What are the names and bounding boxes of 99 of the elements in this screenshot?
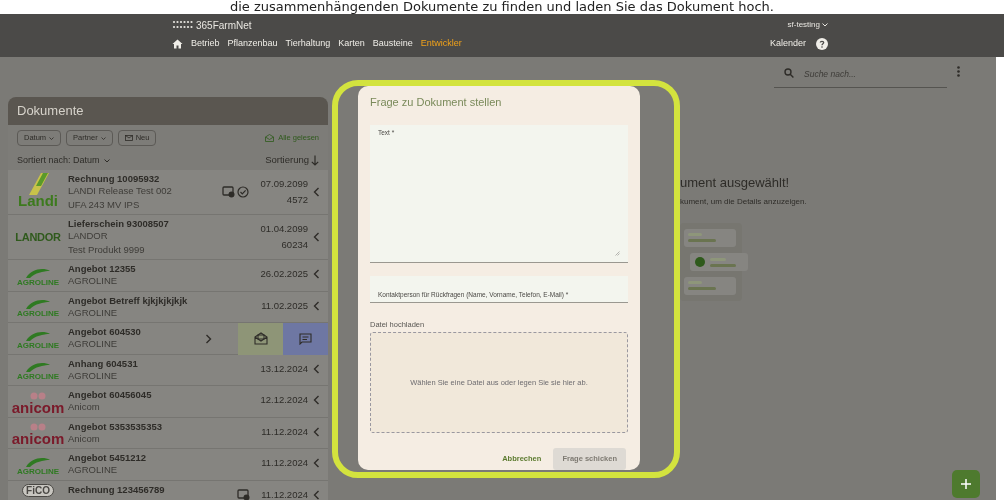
- document-row[interactable]: anicom Angebot 5353535353 Anicom 11.12.2024: [8, 417, 328, 449]
- document-row[interactable]: AGROLINE Angebot 604530 AGROLINE: [8, 323, 328, 355]
- document-date: 07.09.2099: [260, 178, 308, 190]
- document-title: Angebot 604530: [68, 326, 142, 338]
- document-row[interactable]: Landi Rechnung 10095932 LANDI Release Test 002 UFA 243 MV IPS 07.09.2099 4572: [8, 170, 328, 215]
- caption-text: die zusammenhängenden Dokumente zu finden und laden Sie das Dokument hoch.: [230, 0, 774, 14]
- partner-logo: AGROLINE: [13, 263, 63, 291]
- chevron-right-icon[interactable]: [205, 333, 212, 344]
- calendar-link[interactable]: Kalender: [769, 37, 806, 51]
- add-button[interactable]: [952, 470, 980, 498]
- document-title: Rechnung 123456789: [68, 483, 166, 496]
- nav-link[interactable]: Betrieb: [191, 37, 220, 51]
- document-partner: AGROLINE: [68, 338, 119, 350]
- chevron-left-icon[interactable]: [313, 269, 320, 279]
- document-row[interactable]: AGROLINE Angebot 12355 AGROLINE 26.02.2025: [8, 260, 328, 292]
- check-circle-icon: [237, 186, 250, 198]
- sort-field-dropdown[interactable]: Sortiert nach: Datum: [17, 153, 110, 168]
- document-date: 11.12.2024: [261, 425, 308, 438]
- partner-logo: AGROLINE: [13, 326, 63, 354]
- document-partner: AGROLINE: [68, 275, 119, 287]
- document-detail: UFA 243 MV IPS: [68, 199, 141, 211]
- nav-link[interactable]: Karten: [338, 37, 365, 51]
- document-partner: AGROLINE: [68, 369, 119, 382]
- document-title: Lieferschein 93008507: [68, 218, 170, 230]
- home-icon[interactable]: [172, 39, 183, 49]
- dots-logo-icon: [172, 19, 194, 31]
- chevron-left-icon[interactable]: [313, 232, 320, 242]
- partner-logo: LANDOR: [14, 229, 62, 245]
- document-date: 11.12.2024: [261, 488, 308, 500]
- mail-icon: [124, 135, 133, 141]
- document-title: Angebot 5451212: [68, 452, 148, 464]
- document-date: 12.12.2024: [260, 394, 308, 406]
- document-row[interactable]: AGROLINE Angebot Betreff kjkjkjkjkjk AGROLINE 11.02.2025: [8, 291, 328, 323]
- document-detail: Test Produkt 9999: [68, 244, 146, 256]
- mark-read-button[interactable]: [238, 323, 283, 355]
- chevron-left-icon[interactable]: [313, 489, 320, 500]
- document-date: 13.12.2024: [260, 362, 308, 375]
- document-partner: LANDI Release Test 002: [68, 185, 173, 197]
- chevron-left-icon[interactable]: [313, 363, 320, 374]
- nav-link[interactable]: Pflanzenbau: [227, 37, 278, 51]
- document-row[interactable]: LANDOR Lieferschein 93008507 LANDOR Test Produkt 9999 01.04.2099 60234: [8, 215, 328, 260]
- document-title: Angebot 60456045: [68, 389, 153, 401]
- account-name[interactable]: sf-testing: [787, 19, 820, 31]
- document-date: 26.02.2025: [260, 268, 308, 280]
- resize-handle-icon[interactable]: [615, 250, 620, 256]
- document-date: 01.04.2099: [260, 223, 308, 235]
- arrow-down-icon: [311, 155, 319, 166]
- document-row[interactable]: AGROLINE Anhang 604531 AGROLINE 13.12.2024: [8, 354, 328, 386]
- partner-logo: AGROLINE: [13, 357, 63, 386]
- document-title: Angebot Betreff kjkjkjkjkjk: [68, 294, 189, 307]
- chevron-left-icon[interactable]: [313, 187, 320, 197]
- document-title: Angebot 12355: [68, 263, 137, 275]
- document-row[interactable]: AGROLINE Angebot 5451212 AGROLINE 11.12.2024: [8, 449, 328, 481]
- nav-link[interactable]: Bausteine: [372, 37, 413, 51]
- document-title: Rechnung 10095932: [68, 173, 161, 185]
- plus-icon: [961, 479, 971, 489]
- document-partner: LANDOR: [68, 230, 109, 242]
- empty-state-title: ument ausgewählt!: [680, 174, 791, 192]
- brand-name[interactable]: 365FarmNet: [196, 17, 252, 33]
- caret-down-icon[interactable]: [822, 23, 828, 27]
- document-number: 4572: [286, 194, 308, 206]
- panel-title: Dokumente: [17, 102, 84, 121]
- comment-icon: [299, 332, 312, 345]
- document-partner: AGROLINE: [68, 306, 119, 319]
- search-icon: [784, 68, 794, 78]
- help-icon[interactable]: [816, 38, 828, 50]
- chevron-left-icon[interactable]: [313, 426, 320, 437]
- document-title: Anhang 604531: [68, 357, 139, 370]
- document-row[interactable]: FiCO Rechnung 123456789 11.12.2024: [8, 480, 328, 500]
- ask-question-button[interactable]: [283, 323, 328, 355]
- nav-link[interactable]: Entwickler: [420, 37, 462, 51]
- document-date: 11.02.2025: [261, 299, 308, 312]
- document-number: 60234: [281, 239, 308, 251]
- chevron-left-icon[interactable]: [313, 300, 320, 311]
- open-envelope-icon: [253, 332, 268, 346]
- document-row[interactable]: anicom Angebot 60456045 Anicom 12.12.2024: [8, 386, 328, 418]
- partner-logo: Landi: [13, 172, 63, 212]
- partner-logo: anicom: [13, 420, 63, 449]
- nav-link[interactable]: Tierhaltung: [285, 37, 331, 51]
- invoice-icon: [237, 488, 251, 500]
- open-envelope-icon: [265, 134, 275, 142]
- chevron-left-icon[interactable]: [313, 458, 320, 468]
- empty-state-text: kument, um die Details anzuzeigen.: [680, 195, 807, 208]
- caret-down-icon: [49, 136, 55, 140]
- invoice-icon: [222, 186, 236, 198]
- sort-order-button[interactable]: Sortierung: [265, 153, 319, 168]
- more-vertical-icon[interactable]: [957, 66, 960, 77]
- partner-logo: AGROLINE: [13, 452, 63, 480]
- document-partner: Anicom: [68, 401, 101, 413]
- caret-down-icon: [100, 136, 106, 140]
- dialog-title: Frage zu Dokument stellen: [370, 95, 503, 110]
- document-partner: Anicom: [68, 432, 101, 445]
- caret-down-icon: [103, 158, 110, 163]
- document-partner: AGROLINE: [68, 464, 119, 476]
- partner-logo: AGROLINE: [13, 294, 63, 323]
- partner-logo: anicom: [13, 389, 63, 417]
- document-date: 11.12.2024: [261, 457, 308, 469]
- document-title: Angebot 5353535353: [68, 420, 163, 433]
- chevron-left-icon[interactable]: [313, 395, 320, 405]
